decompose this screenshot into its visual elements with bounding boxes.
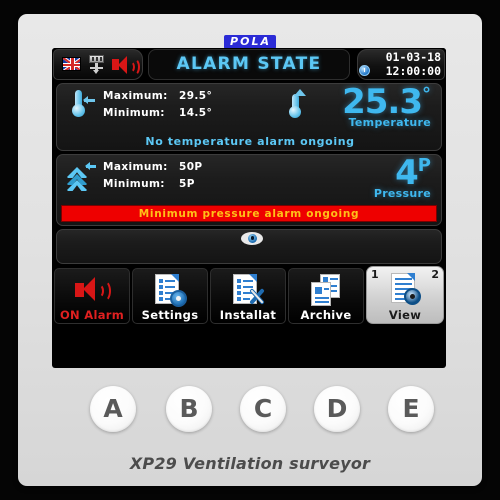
key-a[interactable]: A (90, 386, 136, 432)
device-body: POLA ALARM STATE 01-03-18 12:00:00 Maxim… (0, 0, 500, 500)
time-value: 12:00:00 (385, 64, 441, 78)
temperature-min-value: 14.5° (179, 107, 213, 119)
uk-flag-icon[interactable] (62, 57, 81, 71)
temperature-status: No temperature alarm ongoing (145, 135, 355, 148)
page-title: ALARM STATE (176, 54, 322, 74)
pressure-min-label: Minimum: (103, 178, 165, 190)
temperature-minmax: Maximum: 29.5° Minimum: 14.5° (103, 88, 212, 122)
key-e[interactable]: E (388, 386, 434, 432)
datetime-display: 01-03-18 12:00:00 (359, 50, 441, 79)
pressure-max-value: 50P (179, 161, 203, 173)
tab-installation[interactable]: Installat (210, 268, 286, 324)
tab-archive-glyph (289, 272, 363, 308)
tab-on-alarm[interactable]: ON Alarm (54, 268, 130, 324)
pressure-min-value: 5P (179, 178, 195, 190)
clock-icon (359, 65, 370, 76)
watchdog-panel[interactable]: Watch-Dog alarm recorded 01-03-18 10:43 (56, 229, 442, 264)
pressure-caption: Pressure (373, 187, 431, 200)
key-d[interactable]: D (314, 386, 360, 432)
brand-logo: POLA (224, 35, 276, 49)
speaker-alarm-icon (75, 276, 111, 302)
usb-icon[interactable] (88, 55, 105, 74)
pressure-unit: P (417, 155, 431, 176)
key-b[interactable]: B (166, 386, 212, 432)
watchdog-timestamp: 01-03-18 10:43 (321, 261, 429, 263)
temperature-caption: Temperature (348, 116, 431, 129)
document-wrench-icon (231, 274, 265, 306)
temperature-trend-icon (283, 88, 313, 118)
temperature-max-value: 29.5° (179, 90, 213, 102)
pressure-trend-icon (65, 161, 99, 193)
key-c[interactable]: C (240, 386, 286, 432)
document-gear-icon (153, 274, 187, 307)
tab-installation-glyph (211, 272, 285, 308)
tab-settings-label: Settings (141, 308, 199, 322)
hardware-keys: A B C D E (18, 386, 482, 446)
temperature-panel[interactable]: Maximum: 29.5° Minimum: 14.5° 25.3° Temper… (56, 83, 442, 151)
temperature-reading: 25.3° Temperature (342, 84, 431, 129)
temperature-unit: ° (422, 84, 431, 105)
bottom-toolbar: ON Alarm Settings Installat Archive 1 2 … (54, 266, 444, 326)
document-search-icon (388, 273, 422, 305)
pressure-max-label: Maximum: (103, 161, 168, 173)
tab-installation-label: Installat (219, 308, 277, 322)
tab-settings-glyph (133, 272, 207, 308)
temperature-min-label: Minimum: (103, 107, 165, 119)
temperature-max-label: Maximum: (103, 90, 168, 102)
pressure-reading: 4P Pressure (374, 155, 431, 200)
pressure-minmax: Maximum: 50P Minimum: 5P (103, 159, 203, 193)
tab-archive-label: Archive (300, 308, 352, 322)
lcd-screen: ALARM STATE 01-03-18 12:00:00 Maximum: 29… (52, 48, 446, 368)
tab-settings[interactable]: Settings (132, 268, 208, 324)
tab-view[interactable]: 1 2 View (366, 266, 444, 324)
archive-cards-icon (309, 274, 343, 306)
pressure-alarm-banner: Minimum pressure alarm ongoing (61, 205, 437, 222)
eye-icon (241, 232, 263, 245)
speaker-alarm-icon[interactable] (112, 56, 140, 76)
model-name: XP29 Ventilation surveyor (129, 454, 371, 473)
pressure-panel[interactable]: Maximum: 50P Minimum: 5P 4P Pressure Minim… (56, 154, 442, 226)
status-icons-group (53, 49, 143, 80)
status-titlebar: ALARM STATE 01-03-18 12:00:00 (52, 48, 446, 81)
brand-area: POLA (18, 30, 482, 49)
watchdog-message: Watch-Dog alarm recorded (67, 261, 246, 263)
date-value: 01-03-18 (385, 50, 441, 64)
thermometer-icon (67, 90, 97, 120)
tab-view-glyph (367, 270, 443, 306)
tab-view-label: View (388, 308, 422, 322)
tab-on-alarm-glyph (55, 272, 129, 308)
tab-archive[interactable]: Archive (288, 268, 364, 324)
tab-on-alarm-label: ON Alarm (59, 308, 125, 322)
device-bezel: POLA ALARM STATE 01-03-18 12:00:00 Maxim… (18, 14, 482, 486)
